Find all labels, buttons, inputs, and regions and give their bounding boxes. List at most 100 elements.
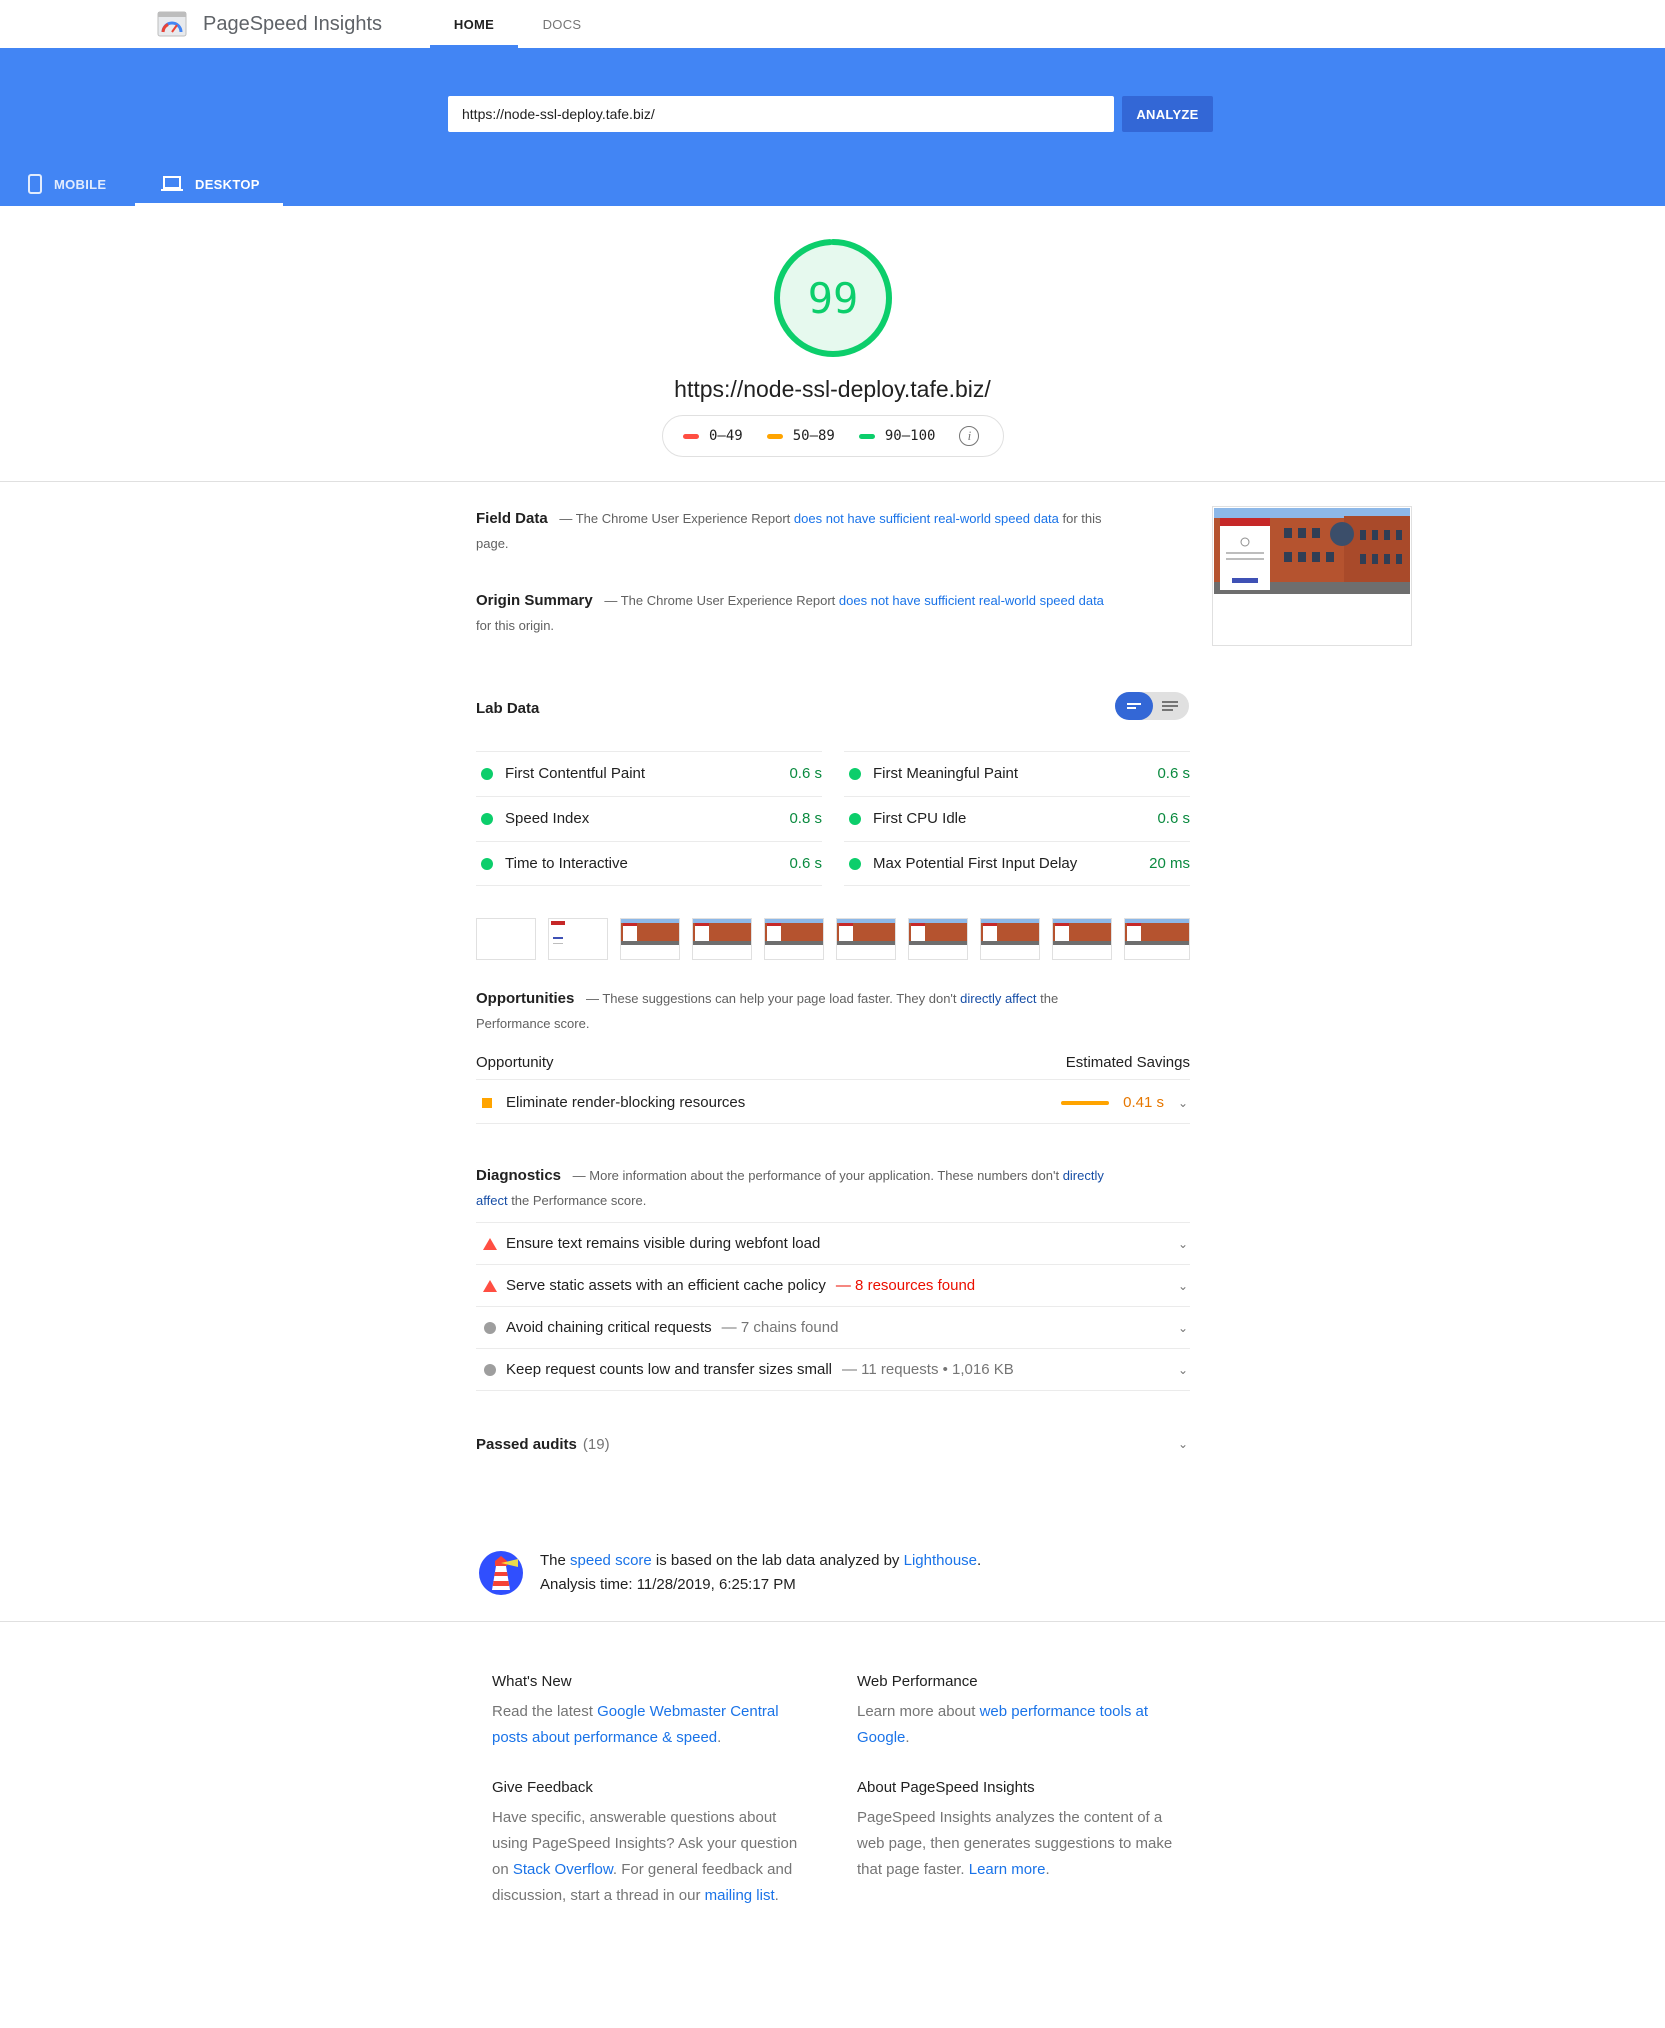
top-bar: PageSpeed Insights HOME DOCS [0, 0, 1665, 48]
footer-period: . [905, 1729, 910, 1746]
expanded-list-icon[interactable] [1155, 692, 1185, 720]
divider [844, 885, 1190, 886]
chevron-down-icon[interactable]: ⌄ [1176, 1096, 1190, 1110]
footer-period: . [717, 1729, 722, 1746]
field-data-section: Field Data — The Chrome User Experience … [476, 506, 1116, 556]
directly-affect-link[interactable]: directly affect [960, 991, 1036, 1006]
origin-summary-section: Origin Summary — The Chrome User Experie… [476, 588, 1116, 638]
legend-fail-label: 0–49 [709, 428, 743, 444]
metric-time-to-interactive: Time to Interactive 0.6 s [476, 841, 822, 885]
diagnostics-text: — More information about the performance… [572, 1168, 1060, 1183]
stack-overflow-link[interactable]: Stack Overflow [513, 1861, 613, 1878]
field-data-link[interactable]: does not have sufficient real-world spee… [794, 511, 1059, 526]
fail-triangle-icon [483, 1237, 497, 1250]
column-estimated-savings: Estimated Savings [1065, 1054, 1190, 1071]
chevron-down-icon[interactable]: ⌄ [1176, 1279, 1190, 1293]
lighthouse-note: The speed score is based on the lab data… [540, 1549, 981, 1597]
origin-summary-text: — The Chrome User Experience Report [604, 593, 836, 608]
url-input[interactable] [448, 96, 1114, 132]
metrics-view-toggle[interactable] [1115, 692, 1189, 720]
legend-average-label: 50–89 [792, 428, 835, 444]
field-data-text: — The Chrome User Experience Report [559, 511, 791, 526]
footer-text: Read the latest [492, 1703, 593, 1720]
tab-desktop-label: DESKTOP [195, 176, 260, 192]
url-form-banner: ANALYZE MOBILE DESKTOP [0, 48, 1665, 206]
learn-more-link[interactable]: Learn more [969, 1861, 1046, 1878]
diagnostic-row[interactable]: Ensure text remains visible during webfo… [476, 1223, 1190, 1265]
analysis-time: Analysis time: 11/28/2019, 6:25:17 PM [540, 1576, 796, 1593]
metric-label: First CPU Idle [873, 810, 967, 827]
nav-tab-docs[interactable]: DOCS [520, 0, 604, 48]
analyzed-url: https://node-ssl-deploy.tafe.biz/ [674, 376, 991, 402]
chevron-down-icon[interactable]: ⌄ [1176, 1237, 1190, 1251]
footer-heading: What's New [492, 1673, 572, 1690]
diagnostics-section: Diagnostics — More information about the… [476, 1163, 1116, 1213]
lighthouse-link[interactable]: Lighthouse [904, 1552, 977, 1569]
filmstrip-frame [764, 918, 824, 960]
savings-bar [1061, 1100, 1110, 1105]
metric-value: 0.6 s [789, 855, 822, 872]
footer-heading: About PageSpeed Insights [857, 1779, 1035, 1796]
pagespeed-logo-icon [157, 11, 187, 37]
brand[interactable]: PageSpeed Insights [157, 10, 382, 38]
chevron-down-icon[interactable]: ⌄ [1176, 1363, 1190, 1377]
filmstrip-frame [1124, 918, 1190, 960]
lighthouse-logo-icon [479, 1551, 523, 1595]
diagnostic-row[interactable]: Keep request counts low and transfer siz… [476, 1349, 1190, 1391]
metric-value: 0.6 s [789, 765, 822, 782]
brand-name: PageSpeed Insights [203, 12, 383, 35]
metric-max-potential-fid: Max Potential First Input Delay 20 ms [844, 841, 1190, 885]
info-dot-icon [484, 1363, 496, 1376]
footer-period: . [774, 1887, 779, 1904]
info-icon[interactable]: i [959, 426, 980, 446]
footer-web-performance: Web Performance Learn more about web per… [857, 1669, 1177, 1751]
metric-value: 0.6 s [1157, 810, 1190, 827]
filmstrip-frame [836, 918, 896, 960]
analyze-button[interactable]: ANALYZE [1122, 96, 1213, 132]
savings-value: 0.41 s [1123, 1094, 1164, 1111]
info-dot-icon [484, 1321, 496, 1334]
lighthouse-note-text: The [540, 1552, 566, 1569]
origin-summary-link[interactable]: does not have sufficient real-world spee… [839, 593, 1104, 608]
filmstrip-frame [908, 918, 968, 960]
metric-value: 20 ms [1149, 855, 1190, 872]
lab-data-title: Lab Data [476, 700, 540, 717]
footer-whats-new: What's New Read the latest Google Webmas… [492, 1669, 812, 1751]
pass-indicator [481, 857, 493, 870]
passed-audits-toggle[interactable]: Passed audits (19) ⌄ [476, 1430, 1190, 1458]
diagnostic-row[interactable]: Avoid chaining critical requests — 7 cha… [476, 1307, 1190, 1349]
toggle-compact-view[interactable] [1115, 692, 1153, 720]
divider [0, 1621, 1665, 1622]
chevron-down-icon[interactable]: ⌄ [1176, 1321, 1190, 1335]
tab-desktop[interactable]: DESKTOP [135, 162, 283, 206]
metric-label: Time to Interactive [505, 855, 628, 872]
mailing-list-link[interactable]: mailing list [705, 1887, 775, 1904]
nav-tab-home[interactable]: HOME [430, 0, 518, 48]
footer-give-feedback: Give Feedback Have specific, answerable … [492, 1775, 812, 1909]
opportunities-title: Opportunities [476, 990, 575, 1007]
legend-pass-label: 90–100 [884, 428, 936, 444]
diagnostic-label: Ensure text remains visible during webfo… [506, 1235, 821, 1252]
diagnostic-row[interactable]: Serve static assets with an efficient ca… [476, 1265, 1190, 1307]
opportunities-section: Opportunities — These suggestions can he… [476, 986, 1116, 1036]
compact-list-icon [1127, 703, 1141, 709]
metric-value: 0.8 s [789, 810, 822, 827]
pass-indicator [849, 812, 861, 825]
footer-about: About PageSpeed Insights PageSpeed Insig… [857, 1775, 1177, 1883]
speed-score-link[interactable]: speed score [570, 1552, 652, 1569]
opportunity-row[interactable]: Eliminate render-blocking resources 0.41… [476, 1082, 1190, 1124]
page-screenshot-image [1214, 508, 1410, 594]
filmstrip-frame [620, 918, 680, 960]
chevron-down-icon[interactable]: ⌄ [1176, 1437, 1190, 1451]
footer-period: . [1045, 1861, 1050, 1878]
metric-label: First Contentful Paint [505, 765, 646, 782]
opportunity-label: Eliminate render-blocking resources [506, 1094, 746, 1111]
origin-summary-text-end: for this origin. [476, 618, 555, 633]
tab-mobile[interactable]: MOBILE [28, 162, 106, 206]
diagnostics-title: Diagnostics [476, 1167, 562, 1184]
metric-first-cpu-idle: First CPU Idle 0.6 s [844, 796, 1190, 840]
pass-indicator [481, 767, 493, 780]
opportunities-text: — These suggestions can help your page l… [585, 991, 957, 1006]
filmstrip-frame [692, 918, 752, 960]
laptop-icon [161, 176, 183, 191]
